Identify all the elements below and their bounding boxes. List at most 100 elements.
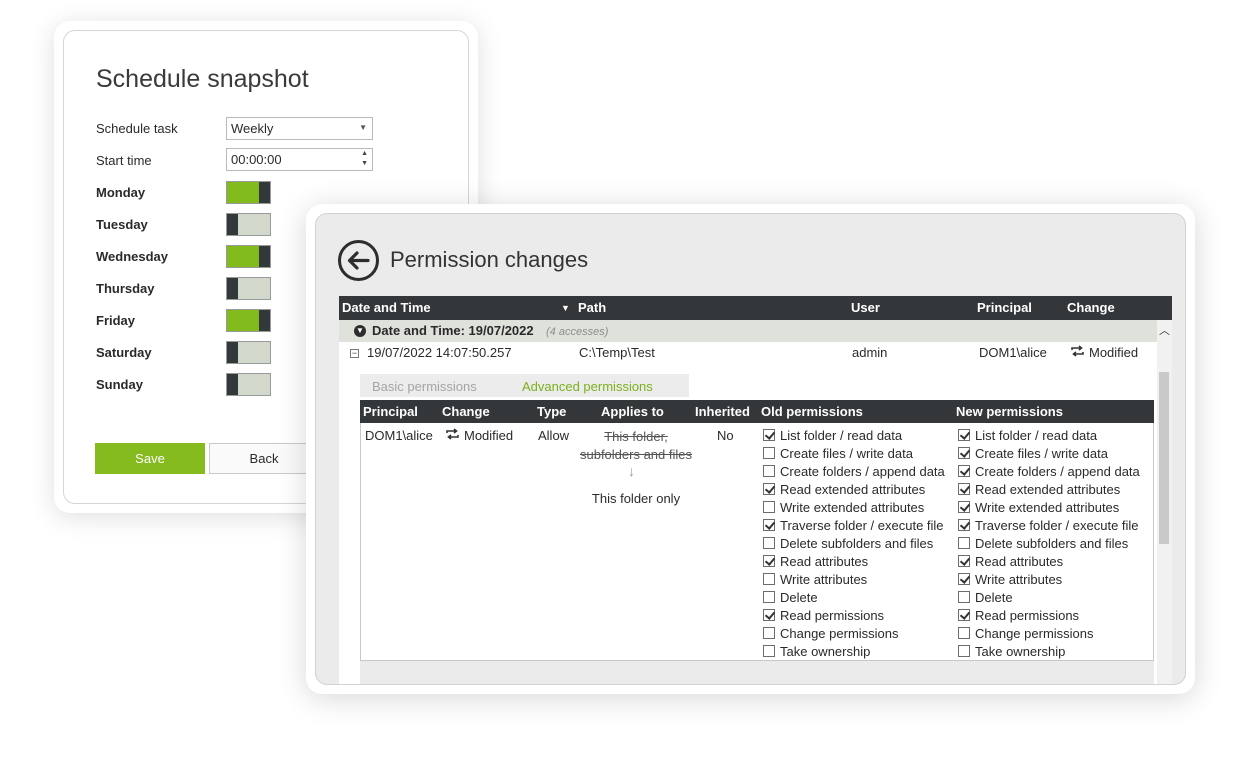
checkbox[interactable] [958, 555, 970, 567]
checkbox[interactable] [958, 537, 970, 549]
toggle-knob [259, 246, 270, 267]
tab-basic-permissions[interactable]: Basic permissions [372, 379, 477, 394]
toggle-friday[interactable] [226, 309, 271, 332]
checkbox[interactable] [763, 645, 775, 657]
permission-label: Traverse folder / execute file [975, 518, 1139, 533]
toggle-sunday[interactable] [226, 373, 271, 396]
old-permission-item: Delete [763, 590, 818, 608]
new-permission-item: Create files / write data [958, 446, 1108, 464]
detail-type: Allow [538, 428, 570, 443]
toggle-knob [259, 182, 270, 203]
table-row[interactable]: − 19/07/2022 14:07:50.257 C:\Temp\Test a… [339, 342, 1157, 364]
checkbox[interactable] [958, 519, 970, 531]
checkbox[interactable] [763, 573, 775, 585]
day-label-thursday: Thursday [96, 281, 155, 296]
permission-label: Traverse folder / execute file [780, 518, 944, 533]
collapse-group-icon[interactable]: ▼ [354, 325, 366, 337]
detail-col-inherited: Inherited [695, 404, 750, 419]
checkbox[interactable] [763, 591, 775, 603]
row-user: admin [852, 345, 888, 360]
checkbox[interactable] [958, 645, 970, 657]
group-label: Date and Time: 19/07/2022 [372, 323, 534, 338]
detail-change: Modified [464, 428, 514, 443]
start-time-label: Start time [96, 153, 152, 168]
back-arrow-button[interactable] [338, 240, 379, 281]
toggle-saturday[interactable] [226, 341, 271, 364]
group-row-date[interactable]: ▼ Date and Time: 19/07/2022 (4 accesses) [339, 320, 1157, 342]
col-header-change[interactable]: Change [1067, 300, 1115, 315]
chevron-up-icon[interactable]: ︿ [1159, 322, 1170, 338]
vertical-scrollbar[interactable]: ︿ [1157, 320, 1172, 684]
detail-table-body: DOM1\alice Modified Allow This folder, s… [360, 423, 1154, 661]
checkbox[interactable] [763, 429, 775, 441]
checkbox[interactable] [763, 465, 775, 477]
toggle-thursday[interactable] [226, 277, 271, 300]
new-permission-item: List folder / read data [958, 428, 1097, 446]
scrollbar-thumb[interactable] [1159, 372, 1169, 544]
row-principal: DOM1\alice [979, 345, 1047, 360]
checkbox[interactable] [763, 519, 775, 531]
checkbox[interactable] [763, 609, 775, 621]
permission-label: Change permissions [975, 626, 1094, 641]
permission-label: Delete subfolders and files [975, 536, 1129, 551]
day-label-saturday: Saturday [96, 345, 152, 360]
checkbox[interactable] [958, 501, 970, 513]
arrow-left-icon [347, 251, 370, 270]
permission-label: Write extended attributes [975, 500, 1120, 515]
chevron-down-icon: ▼ [359, 123, 367, 132]
row-change: Modified [1089, 345, 1139, 360]
detail-col-applies: Applies to [601, 404, 664, 419]
toggle-knob [227, 278, 238, 299]
save-button[interactable]: Save [95, 443, 205, 474]
permission-label: List folder / read data [975, 428, 1098, 443]
permission-label: Take ownership [975, 644, 1066, 659]
applies-to-old: This folder, subfolders and files [579, 429, 692, 462]
new-permission-item: Take ownership [958, 644, 1065, 662]
new-permission-item: Create folders / append data [958, 464, 1140, 482]
checkbox[interactable] [958, 465, 970, 477]
checkbox[interactable] [763, 447, 775, 459]
checkbox[interactable] [763, 627, 775, 639]
old-permission-item: Delete subfolders and files [763, 536, 933, 554]
checkbox[interactable] [763, 537, 775, 549]
checkbox[interactable] [958, 591, 970, 603]
row-datetime: 19/07/2022 14:07:50.257 [367, 345, 512, 360]
start-time-value: 00:00:00 [231, 152, 282, 167]
schedule-task-select[interactable]: Weekly ▼ [226, 117, 373, 140]
checkbox[interactable] [763, 483, 775, 495]
sort-desc-icon[interactable]: ▼ [561, 303, 570, 313]
old-permission-item: Write attributes [763, 572, 867, 590]
col-header-user[interactable]: User [851, 300, 880, 315]
col-header-datetime[interactable]: Date and Time [342, 300, 431, 315]
new-permission-item: Change permissions [958, 626, 1094, 644]
new-permission-item: Traverse folder / execute file [958, 518, 1139, 536]
audit-table-header: Date and Time ▼ Path User Principal Chan… [339, 296, 1172, 320]
old-permission-item: Create folders / append data [763, 464, 945, 482]
new-permission-item: Read extended attributes [958, 482, 1120, 500]
col-header-path[interactable]: Path [578, 300, 606, 315]
toggle-monday[interactable] [226, 181, 271, 204]
col-header-principal[interactable]: Principal [977, 300, 1032, 315]
new-permission-item: Write attributes [958, 572, 1062, 590]
checkbox[interactable] [958, 573, 970, 585]
collapse-row-icon[interactable]: − [350, 349, 359, 358]
back-button[interactable]: Back [209, 443, 319, 474]
new-permission-item: Delete subfolders and files [958, 536, 1128, 554]
toggle-tuesday[interactable] [226, 213, 271, 236]
schedule-task-value: Weekly [231, 121, 274, 136]
spinner-icon[interactable]: ▲ ▼ [361, 149, 368, 169]
checkbox[interactable] [958, 609, 970, 621]
checkbox[interactable] [763, 555, 775, 567]
tab-advanced-permissions[interactable]: Advanced permissions [522, 379, 653, 394]
checkbox[interactable] [958, 627, 970, 639]
toggle-wednesday[interactable] [226, 245, 271, 268]
permission-label: Delete subfolders and files [780, 536, 934, 551]
checkbox[interactable] [763, 501, 775, 513]
old-permission-item: Traverse folder / execute file [763, 518, 944, 536]
permission-label: Create folders / append data [780, 464, 945, 479]
start-time-input[interactable]: 00:00:00 ▲ ▼ [226, 148, 373, 171]
checkbox[interactable] [958, 483, 970, 495]
permission-label: Take ownership [780, 644, 871, 659]
checkbox[interactable] [958, 447, 970, 459]
checkbox[interactable] [958, 429, 970, 441]
